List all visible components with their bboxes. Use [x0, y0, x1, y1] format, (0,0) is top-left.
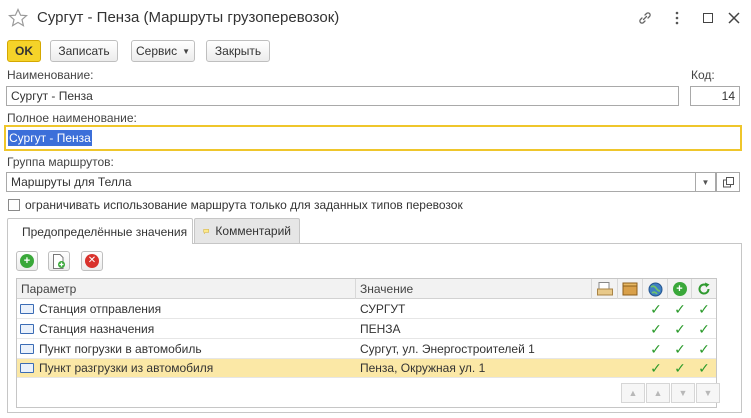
group-open-button[interactable] [716, 172, 740, 192]
check-icon: ✓ [674, 301, 686, 317]
table-row-selected[interactable]: Пункт разгрузки из автомобиля Пенза, Окр… [17, 359, 716, 378]
maximize-icon[interactable] [696, 6, 720, 30]
move-to-top-button[interactable]: ▲ [621, 383, 645, 403]
row-parameter: Станция отправления [39, 302, 162, 316]
full-name-label: Полное наименование: [7, 111, 137, 125]
row-parameter: Станция назначения [39, 322, 155, 336]
name-label: Наименование: [7, 68, 94, 82]
down-arrow-icon: ▼ [678, 388, 688, 398]
save-button[interactable]: Записать [50, 40, 118, 62]
up-arrow-icon: ▲ [653, 388, 663, 398]
table-row[interactable]: Станция отправления СУРГУТ ✓ ✓ ✓ [17, 300, 716, 319]
open-window-icon [722, 176, 734, 187]
row-value: Сургут, ул. Энергостроителей 1 [360, 342, 535, 356]
comment-icon [203, 228, 209, 234]
tab-predefined-values[interactable]: Предопределённые значения [7, 218, 193, 244]
name-field[interactable]: Сургут - Пенза [6, 86, 679, 106]
chevron-down-icon: ▼ [182, 46, 190, 56]
loading-doc-icon [596, 282, 613, 296]
table-header: Параметр Значение + [17, 279, 716, 299]
service-menu-label: Сервис [135, 44, 178, 58]
limit-types-checkbox[interactable] [8, 199, 20, 211]
row-parameter: Пункт разгрузки из автомобиля [39, 361, 214, 375]
code-field[interactable]: 14 [690, 86, 740, 106]
check-icon: ✓ [674, 321, 686, 337]
check-icon: ✓ [650, 341, 662, 357]
check-icon: ✓ [698, 360, 710, 376]
group-label: Группа маршрутов: [7, 155, 114, 169]
move-down-button[interactable]: ▼ [671, 383, 695, 403]
ok-button[interactable]: OK [7, 40, 41, 62]
parameter-icon [20, 324, 34, 334]
delete-row-button[interactable]: ✕ [81, 251, 103, 271]
double-down-icon: ▼ [703, 388, 713, 398]
window-title: Сургут - Пенза (Маршруты грузоперевозок) [37, 9, 340, 26]
code-label: Код: [691, 68, 715, 82]
check-icon: ✓ [650, 321, 662, 337]
check-icon: ✓ [698, 341, 710, 357]
plus-icon: + [20, 254, 34, 268]
column-header-global[interactable] [643, 279, 668, 299]
column-header-loading[interactable] [592, 279, 618, 299]
delete-icon: ✕ [85, 254, 99, 268]
full-name-field[interactable]: Сургут - Пенза [4, 125, 742, 151]
parameter-icon [20, 304, 34, 314]
link-icon[interactable] [633, 6, 657, 30]
row-value: СУРГУТ [360, 302, 406, 316]
check-icon: ✓ [674, 360, 686, 376]
close-button[interactable]: Закрыть [206, 40, 270, 62]
move-up-button[interactable]: ▲ [646, 383, 670, 403]
row-parameter: Пункт погрузки в автомобиль [39, 342, 202, 356]
group-dropdown-button[interactable]: ▼ [696, 172, 716, 192]
add-row-button[interactable]: + [16, 251, 38, 271]
close-icon[interactable] [722, 6, 746, 30]
full-name-selected-text: Сургут - Пенза [8, 130, 92, 146]
check-icon: ✓ [698, 301, 710, 317]
plus-icon: + [672, 282, 687, 296]
double-up-icon: ▲ [628, 388, 638, 398]
chevron-down-icon: ▼ [701, 177, 710, 187]
parameter-icon [20, 344, 34, 354]
limit-types-label: ограничивать использование маршрута толь… [25, 198, 463, 212]
move-to-bottom-button[interactable]: ▼ [696, 383, 720, 403]
check-icon: ✓ [698, 321, 710, 337]
add-copy-icon [53, 253, 65, 269]
check-icon: ✓ [650, 301, 662, 317]
column-header-add[interactable]: + [668, 279, 692, 299]
column-header-refresh[interactable] [692, 279, 716, 299]
row-value: ПЕНЗА [360, 322, 401, 336]
column-header-value[interactable]: Значение [356, 279, 592, 299]
copy-row-button[interactable] [48, 251, 70, 271]
check-icon: ✓ [650, 360, 662, 376]
parameter-icon [20, 363, 34, 373]
box-icon [622, 282, 638, 296]
tab-comment-label: Комментарий [215, 224, 291, 238]
tab-predefined-values-label: Предопределённые значения [22, 224, 188, 239]
group-field[interactable]: Маршруты для Телла [6, 172, 696, 192]
check-icon: ✓ [674, 341, 686, 357]
column-header-unloading[interactable] [618, 279, 643, 299]
parameters-table: Параметр Значение + Станция отправления … [16, 278, 717, 408]
row-value: Пенза, Окружная ул. 1 [360, 361, 486, 375]
globe-icon [648, 282, 662, 296]
refresh-icon [698, 282, 710, 295]
favorite-star-icon[interactable] [8, 8, 28, 28]
table-row[interactable]: Пункт погрузки в автомобиль Сургут, ул. … [17, 340, 716, 359]
table-row[interactable]: Станция назначения ПЕНЗА ✓ ✓ ✓ [17, 320, 716, 339]
service-menu-button[interactable]: Сервис ▼ [131, 40, 195, 62]
tab-comment[interactable]: Комментарий [194, 218, 300, 243]
more-icon[interactable] [665, 6, 689, 30]
column-header-parameter[interactable]: Параметр [17, 279, 356, 299]
